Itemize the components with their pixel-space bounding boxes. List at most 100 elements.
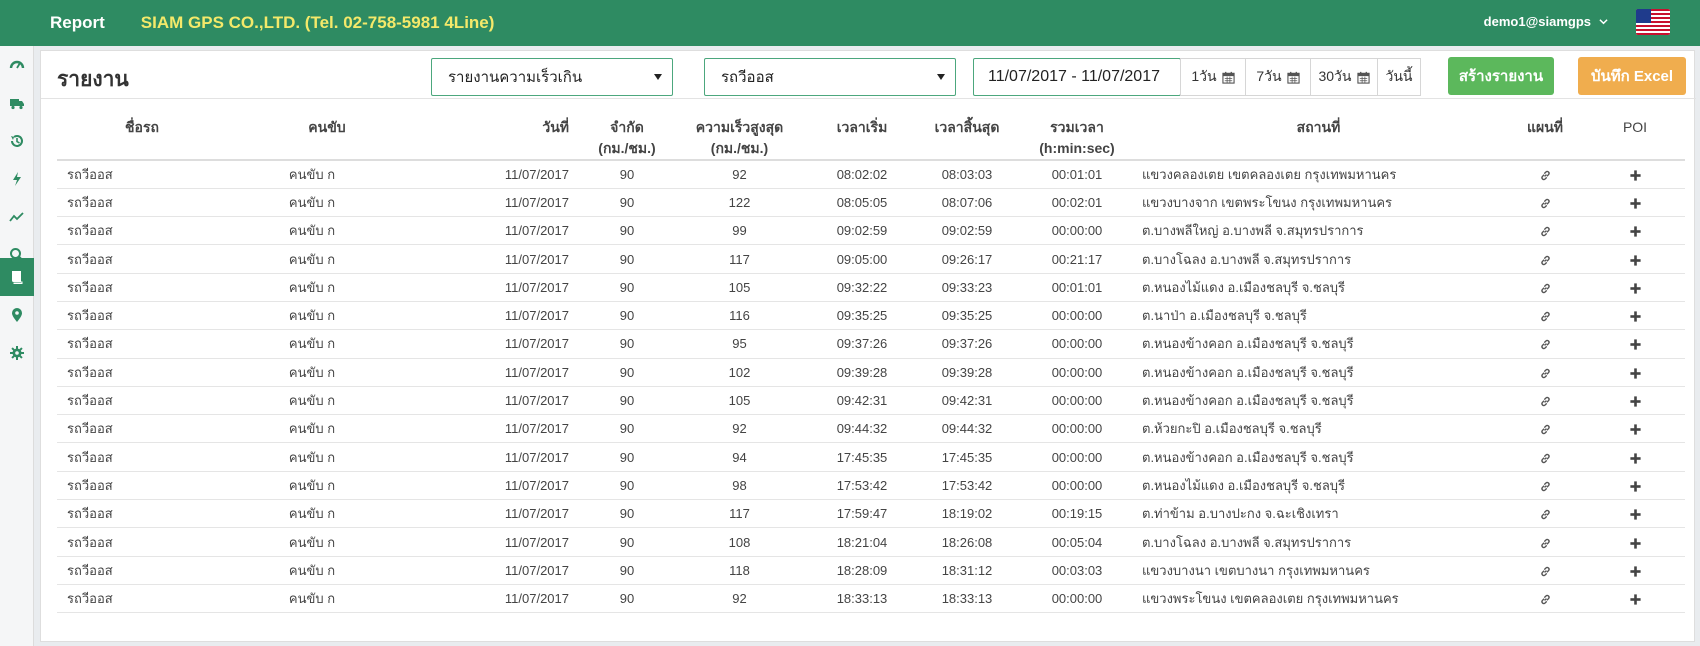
table-row: รถวีออส คนขับ ก 11/07/2017 90 94 17:45:35 17:4… [57,442,1685,472]
cell-limit: 90 [587,216,667,246]
panel-title: รายงาน [57,68,129,91]
header-max-speed: ความเร็วสูงสุด (กม./ชม.) [667,111,812,161]
map-link-icon[interactable] [1539,252,1552,267]
cell-date: 11/07/2017 [427,329,587,359]
cell-date: 11/07/2017 [427,160,587,189]
map-link-icon[interactable] [1539,195,1552,210]
map-link-icon[interactable] [1539,450,1552,465]
cell-map [1505,442,1585,472]
create-report-button[interactable]: สร้างรายงาน [1448,57,1554,95]
report-type-select[interactable]: รายงานความเร็วเกิน [431,58,673,96]
map-link-icon[interactable] [1539,308,1552,323]
sidebar-item-events[interactable] [0,160,34,198]
map-link-icon[interactable] [1539,365,1552,380]
add-poi-icon[interactable] [1629,393,1642,408]
us-flag-icon[interactable] [1636,9,1670,35]
quick-7-day-button[interactable]: 7วัน [1245,58,1311,96]
cell-poi [1585,471,1685,501]
cell-end-time: 09:37:26 [912,329,1022,359]
user-menu[interactable]: demo1@siamgps [1484,14,1608,29]
sidebar-item-places[interactable] [0,296,34,334]
map-link-icon[interactable] [1539,591,1552,606]
quick-30-day-button[interactable]: 30วัน [1310,58,1378,96]
cell-poi [1585,584,1685,614]
cell-poi [1585,160,1685,189]
cell-driver: คนขับ ก [227,471,427,501]
add-poi-icon[interactable] [1629,506,1642,521]
map-link-icon[interactable] [1539,478,1552,493]
cell-vehicle: รถวีออส [57,414,227,444]
table-row: รถวีออส คนขับ ก 11/07/2017 90 122 08:05:05 08:… [57,188,1685,218]
map-link-icon[interactable] [1539,167,1552,182]
cell-vehicle: รถวีออส [57,442,227,472]
cell-total-time: 00:05:04 [1022,527,1132,557]
cell-limit: 90 [587,273,667,302]
add-poi-icon[interactable] [1629,195,1642,210]
map-marker-icon [12,308,22,322]
cell-end-time: 09:42:31 [912,386,1022,416]
quick-today-button[interactable]: วันนี้ [1377,58,1421,96]
map-link-icon[interactable] [1539,393,1552,408]
sidebar-item-report[interactable] [0,258,34,296]
sidebar-item-dashboard[interactable] [0,46,34,84]
cell-total-time: 00:00:00 [1022,584,1132,614]
add-poi-icon[interactable] [1629,167,1642,182]
add-poi-icon[interactable] [1629,365,1642,380]
save-excel-button[interactable]: บันทึก Excel [1578,57,1686,95]
add-poi-icon[interactable] [1629,308,1642,323]
cell-max-speed: 118 [667,556,812,585]
add-poi-icon[interactable] [1629,336,1642,351]
cell-map [1505,301,1585,331]
cell-max-speed: 117 [667,499,812,529]
table-row: รถวีออส คนขับ ก 11/07/2017 90 95 09:37:26 09:3… [57,329,1685,359]
date-range-input[interactable]: 11/07/2017 - 11/07/2017 [973,58,1181,96]
add-poi-icon[interactable] [1629,591,1642,606]
top-bar: Report SIAM GPS CO.,LTD. (Tel. 02-758-59… [0,0,1700,46]
sidebar-item-vehicles[interactable] [0,84,34,122]
sidebar-item-charts[interactable] [0,198,34,236]
add-poi-icon[interactable] [1629,478,1642,493]
cell-map [1505,556,1585,585]
cell-total-time: 00:01:01 [1022,273,1132,302]
add-poi-icon[interactable] [1629,534,1642,549]
cell-date: 11/07/2017 [427,216,587,246]
sidebar-item-history[interactable] [0,122,34,160]
cell-vehicle: รถวีออส [57,499,227,529]
map-link-icon[interactable] [1539,421,1552,436]
table-row: รถวีออส คนขับ ก 11/07/2017 90 92 18:33:13 18:3… [57,584,1685,614]
add-poi-icon[interactable] [1629,450,1642,465]
map-link-icon[interactable] [1539,534,1552,549]
cell-total-time: 00:19:15 [1022,499,1132,529]
table-row: รถวีออส คนขับ ก 11/07/2017 90 118 18:28:09 18:… [57,556,1685,585]
add-poi-icon[interactable] [1629,421,1642,436]
cell-start-time: 18:28:09 [812,556,912,585]
cell-end-time: 09:33:23 [912,273,1022,302]
map-link-icon[interactable] [1539,336,1552,351]
quick-1-day-button[interactable]: 1วัน [1180,58,1246,96]
header-total-unit: (h:min:sec) [1039,140,1115,156]
cell-limit: 90 [587,188,667,218]
cell-date: 11/07/2017 [427,301,587,331]
cell-total-time: 00:00:00 [1022,471,1132,501]
cell-start-time: 09:42:31 [812,386,912,416]
cell-max-speed: 92 [667,584,812,614]
map-link-icon[interactable] [1539,223,1552,238]
gear-icon [10,346,24,360]
map-link-icon[interactable] [1539,506,1552,521]
add-poi-icon[interactable] [1629,223,1642,238]
user-email: demo1@siamgps [1483,14,1591,29]
cell-total-time: 00:02:01 [1022,188,1132,218]
history-icon [11,135,23,147]
map-link-icon[interactable] [1539,563,1552,578]
dashboard-icon [9,60,25,69]
vehicle-select[interactable]: รถวีออส [704,58,956,96]
cell-map [1505,160,1585,189]
sidebar-item-settings[interactable] [0,334,34,372]
quick-today-label: วันนี้ [1385,68,1413,84]
cell-limit: 90 [587,301,667,331]
add-poi-icon[interactable] [1629,252,1642,267]
add-poi-icon[interactable] [1629,280,1642,295]
cell-max-speed: 99 [667,216,812,246]
map-link-icon[interactable] [1539,280,1552,295]
add-poi-icon[interactable] [1629,563,1642,578]
